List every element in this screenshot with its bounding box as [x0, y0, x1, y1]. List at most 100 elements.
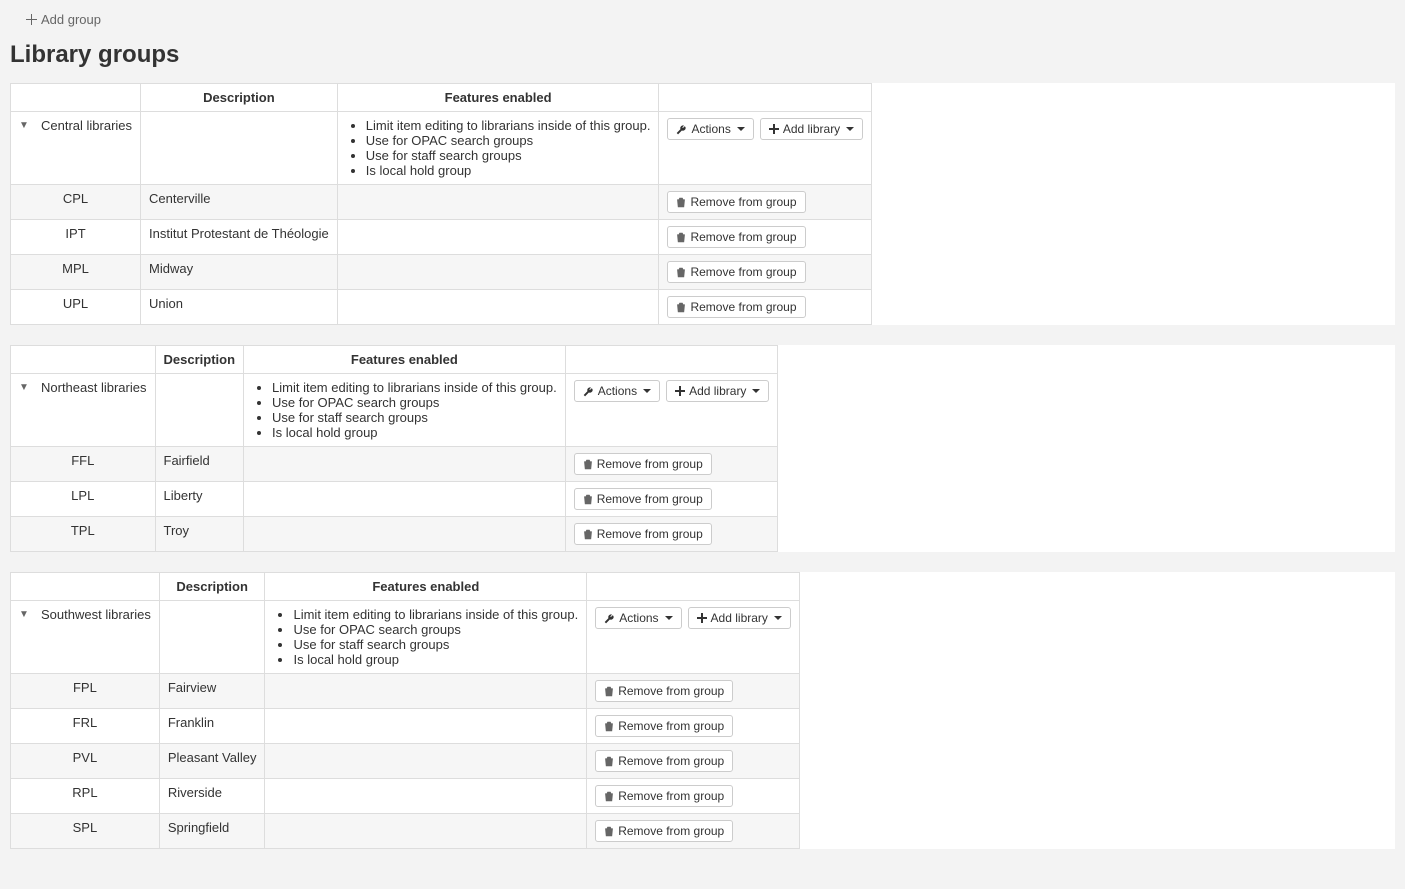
feature-item: Use for staff search groups	[293, 637, 578, 652]
add-library-button[interactable]: Add library	[688, 607, 791, 629]
feature-item: Use for staff search groups	[366, 148, 651, 163]
library-actions-cell: Remove from group	[659, 185, 872, 220]
trash-icon	[676, 197, 686, 208]
remove-button[interactable]: Remove from group	[574, 523, 712, 545]
library-features	[337, 255, 659, 290]
library-code: LPL	[11, 482, 156, 517]
library-code: FPL	[11, 674, 160, 709]
trash-icon	[583, 459, 593, 470]
remove-button[interactable]: Remove from group	[595, 785, 733, 807]
collapse-toggle-icon[interactable]: ▼	[19, 609, 31, 620]
remove-button[interactable]: Remove from group	[667, 296, 805, 318]
feature-item: Is local hold group	[272, 425, 557, 440]
group-name-cell: ▼Southwest libraries	[11, 601, 160, 674]
trash-icon	[676, 267, 686, 278]
col-features-header: Features enabled	[265, 573, 587, 601]
col-actions-header	[587, 573, 800, 601]
actions-button[interactable]: Actions	[667, 118, 753, 140]
library-row: LPLLibertyRemove from group	[11, 482, 778, 517]
remove-button[interactable]: Remove from group	[574, 488, 712, 510]
remove-button-label: Remove from group	[690, 230, 796, 244]
library-name: Pleasant Valley	[159, 744, 265, 779]
remove-button[interactable]: Remove from group	[595, 820, 733, 842]
col-actions-header	[565, 346, 778, 374]
library-actions-cell: Remove from group	[587, 814, 800, 849]
group-name: Central libraries	[41, 118, 132, 133]
library-name: Troy	[155, 517, 244, 552]
library-features	[337, 290, 659, 325]
add-library-button[interactable]: Add library	[760, 118, 863, 140]
group-actions-cell: Actions Add library	[587, 601, 800, 674]
library-row: UPLUnion Remove from group	[11, 290, 872, 325]
remove-button[interactable]: Remove from group	[667, 261, 805, 283]
library-features	[265, 709, 587, 744]
plus-icon	[769, 124, 779, 134]
feature-item: Is local hold group	[293, 652, 578, 667]
col-actions-header	[659, 84, 872, 112]
trash-icon	[604, 686, 614, 697]
library-features	[244, 447, 566, 482]
library-actions-cell: Remove from group	[587, 779, 800, 814]
remove-button[interactable]: Remove from group	[595, 750, 733, 772]
wrench-icon	[604, 613, 615, 624]
page-title: Library groups	[10, 41, 1395, 69]
library-actions-cell: Remove from group	[587, 674, 800, 709]
library-row: PVLPleasant ValleyRemove from group	[11, 744, 800, 779]
group-name-cell: ▼ Central libraries	[11, 112, 141, 185]
caret-down-icon	[752, 389, 760, 393]
library-actions-cell: Remove from group	[587, 744, 800, 779]
remove-button[interactable]: Remove from group	[595, 680, 733, 702]
library-name: Midway	[141, 255, 338, 290]
remove-button[interactable]: Remove from group	[667, 226, 805, 248]
group-row: ▼Northeast librariesLimit item editing t…	[11, 374, 778, 447]
trash-icon	[583, 494, 593, 505]
library-code: CPL	[11, 185, 141, 220]
actions-button[interactable]: Actions	[574, 380, 660, 402]
library-row: MPLMidway Remove from group	[11, 255, 872, 290]
remove-button-label: Remove from group	[597, 457, 703, 471]
remove-button[interactable]: Remove from group	[667, 191, 805, 213]
caret-down-icon	[774, 616, 782, 620]
add-library-button-label: Add library	[689, 384, 746, 398]
group-name: Northeast libraries	[41, 380, 147, 395]
group-row: ▼Central librariesLimit item editing to …	[11, 112, 872, 185]
library-code: TPL	[11, 517, 156, 552]
library-features	[337, 185, 659, 220]
library-name: Institut Protestant de Théologie	[141, 220, 338, 255]
library-row: FPLFairviewRemove from group	[11, 674, 800, 709]
feature-item: Use for OPAC search groups	[293, 622, 578, 637]
trash-icon	[604, 721, 614, 732]
plus-icon	[697, 613, 707, 623]
wrench-icon	[676, 124, 687, 135]
group-actions-cell: Actions Add library	[565, 374, 778, 447]
library-actions-cell: Remove from group	[587, 709, 800, 744]
library-code: RPL	[11, 779, 160, 814]
group-panel: DescriptionFeatures enabled ▼Southwest l…	[10, 572, 1395, 849]
plus-icon	[675, 386, 685, 396]
remove-button-label: Remove from group	[618, 789, 724, 803]
library-features	[244, 482, 566, 517]
remove-button-label: Remove from group	[690, 195, 796, 209]
feature-item: Use for staff search groups	[272, 410, 557, 425]
group-features: Limit item editing to librarians inside …	[265, 601, 587, 674]
add-library-button[interactable]: Add library	[666, 380, 769, 402]
collapse-toggle-icon[interactable]: ▼	[19, 382, 31, 393]
add-group-label: Add group	[41, 12, 101, 27]
remove-button[interactable]: Remove from group	[595, 715, 733, 737]
library-code: MPL	[11, 255, 141, 290]
group-table: DescriptionFeatures enabled ▼Central lib…	[10, 83, 872, 325]
add-group-button[interactable]: Add group	[10, 10, 101, 35]
library-actions-cell: Remove from group	[659, 290, 872, 325]
library-code: UPL	[11, 290, 141, 325]
remove-button[interactable]: Remove from group	[574, 453, 712, 475]
group-description	[155, 374, 244, 447]
feature-item: Use for OPAC search groups	[366, 133, 651, 148]
actions-button[interactable]: Actions	[595, 607, 681, 629]
collapse-toggle-icon[interactable]: ▼	[19, 120, 31, 131]
trash-icon	[676, 232, 686, 243]
col-name-header	[11, 573, 160, 601]
trash-icon	[604, 826, 614, 837]
remove-button-label: Remove from group	[690, 265, 796, 279]
group-table: DescriptionFeatures enabled ▼Northeast l…	[10, 345, 778, 552]
library-name: Union	[141, 290, 338, 325]
